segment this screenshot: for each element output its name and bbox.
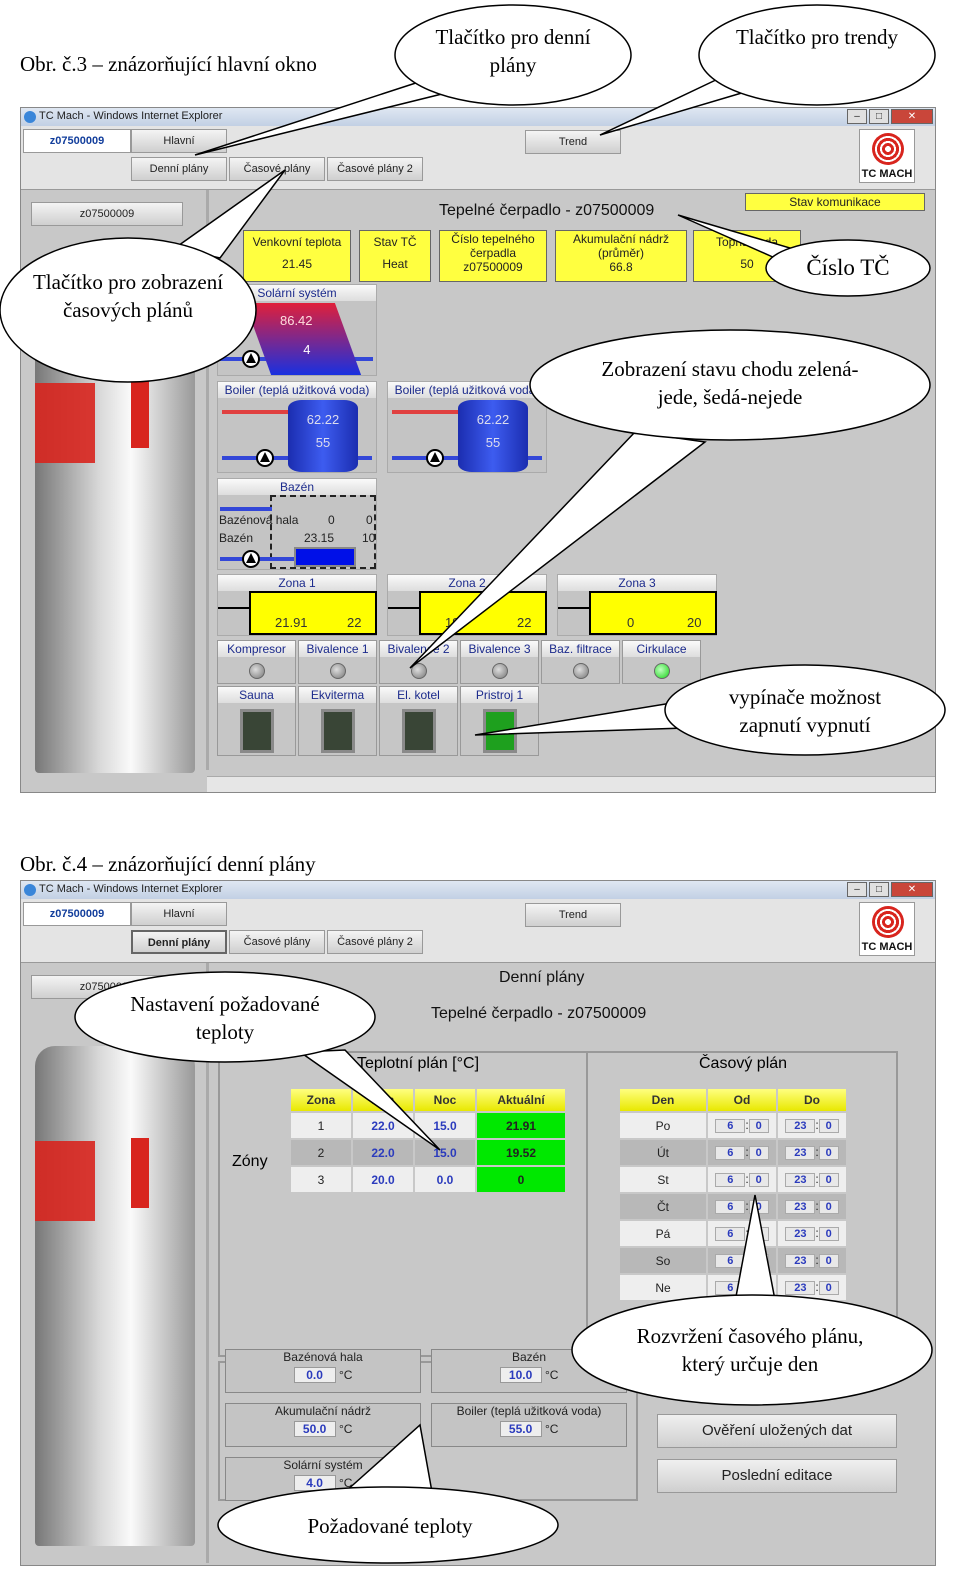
callout-vypinace: vypínače možnost zapnutí vypnutí: [728, 685, 882, 737]
callout-stav-chodu: Zobrazení stavu chodu zelená-jede, šedá-…: [601, 357, 859, 409]
callout-casove-plany: Tlačítko pro zobrazení časových plánů: [32, 270, 224, 322]
callout-denni-plany: Tlačítko pro denní plány: [435, 25, 591, 77]
callout-trendy: Tlačítko pro trendy: [735, 25, 899, 49]
callout-nastaveni-teploty: Nastavení požadované teploty: [130, 992, 320, 1044]
callout-cislo-tc: Číslo TČ: [806, 255, 890, 280]
callout-rozvrzeni: Rozvržení časového plánu, který určuje d…: [636, 1324, 864, 1376]
callout-pozadovane-teploty: Požadované teploty: [307, 1514, 473, 1538]
